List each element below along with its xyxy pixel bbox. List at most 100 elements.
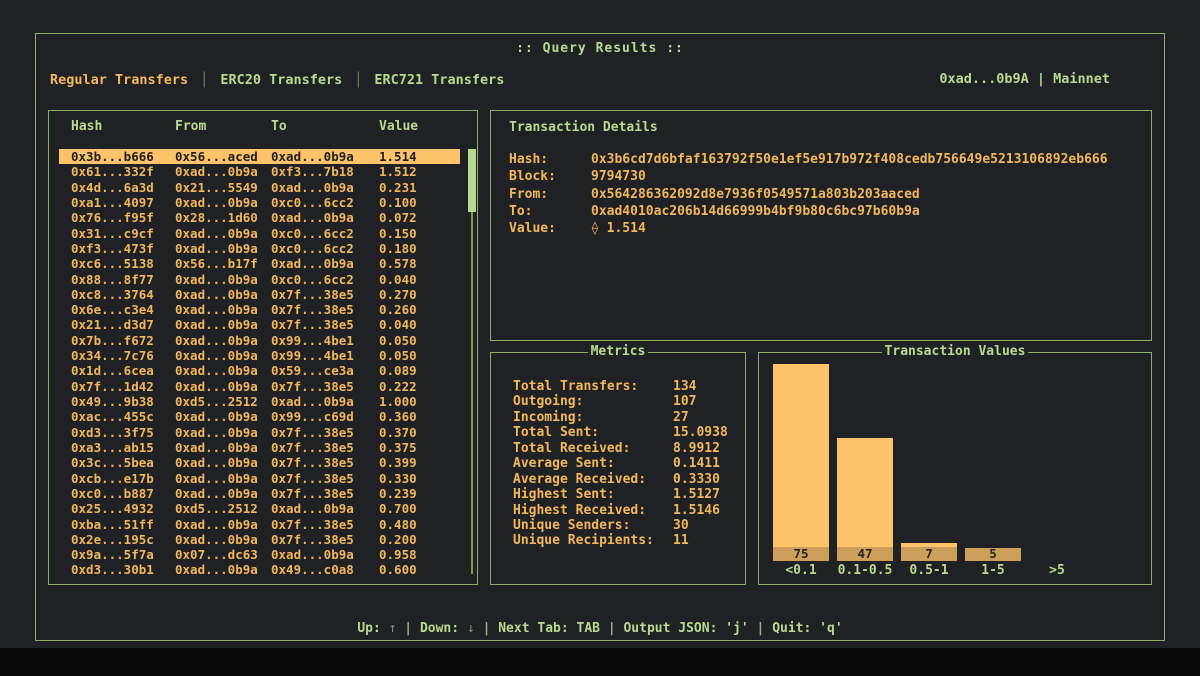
tab-erc20-transfers[interactable]: ERC20 Transfers — [220, 72, 342, 88]
chart-bar-slot: 5 — [961, 361, 1025, 561]
scrollbar-thumb[interactable] — [468, 149, 476, 212]
table-cell: 0.480 — [379, 517, 460, 532]
table-cell: 0x6e...c3e4 — [71, 302, 175, 317]
table-cell: 0x99...4be1 — [271, 348, 379, 363]
table-row[interactable]: 0x34...7c760xad...0b9a0x99...4be10.050 — [59, 348, 460, 363]
table-row[interactable]: 0x76...f95f0x28...1d600xad...0b9a0.072 — [59, 210, 460, 225]
table-cell: 0xc6...5138 — [71, 256, 175, 271]
metric-label: Highest Sent: — [513, 487, 673, 502]
table-row[interactable]: 0x61...332f0xad...0b9a0xf3...7b181.512 — [59, 164, 460, 179]
table-cell: 0.239 — [379, 486, 460, 501]
chart-bar: 75 — [773, 364, 829, 561]
table-row[interactable]: 0x31...c9cf0xad...0b9a0xc0...6cc20.150 — [59, 226, 460, 241]
screen-bottom-strip — [0, 648, 1200, 676]
table-cell: 0.200 — [379, 532, 460, 547]
metric-label: Total Received: — [513, 441, 673, 456]
table-row[interactable]: 0xc6...51380x56...b17f0xad...0b9a0.578 — [59, 256, 460, 271]
table-cell: 0x3b...b666 — [71, 149, 175, 164]
table-cell: 0xc8...3764 — [71, 287, 175, 302]
table-row[interactable]: 0x1d...6cea0xad...0b9a0x59...ce3a0.089 — [59, 363, 460, 378]
metric-label: Average Received: — [513, 472, 673, 487]
table-row[interactable]: 0x7b...f6720xad...0b9a0x99...4be10.050 — [59, 333, 460, 348]
table-row[interactable]: 0x6e...c3e40xad...0b9a0x7f...38e50.260 — [59, 302, 460, 317]
table-cell: 0.270 — [379, 287, 460, 302]
table-cell: 0xad...0b9a — [271, 149, 379, 164]
table-cell: 0x7f...38e5 — [271, 317, 379, 332]
table-cell: 0xd5...2512 — [175, 501, 271, 516]
table-cell: 0.050 — [379, 333, 460, 348]
scrollbar-track[interactable] — [471, 212, 473, 574]
table-cell: 0xad...0b9a — [175, 241, 271, 256]
metrics-items: Total Transfers:134Outgoing:107Incoming:… — [513, 379, 737, 549]
table-cell: 0.330 — [379, 471, 460, 486]
table-row[interactable]: 0x7f...1d420xad...0b9a0x7f...38e50.222 — [59, 379, 460, 394]
table-row[interactable]: 0x3c...5bea0xad...0b9a0x7f...38e50.399 — [59, 455, 460, 470]
table-cell: 0xba...51ff — [71, 517, 175, 532]
footer-help-bar: Up: ↑ | Down: ↓ | Next Tab: TAB | Output… — [0, 621, 1200, 636]
footer-action-label: Next Tab: — [498, 621, 576, 636]
table-cell: 0x61...332f — [71, 164, 175, 179]
table-cell: 0x7f...38e5 — [271, 471, 379, 486]
table-cell: 0xd5...2512 — [175, 394, 271, 409]
details-title: Transaction Details — [509, 120, 658, 135]
table-cell: 0x25...4932 — [71, 501, 175, 516]
table-row[interactable]: 0xc8...37640xad...0b9a0x7f...38e50.270 — [59, 287, 460, 302]
table-row[interactable]: 0x4d...6a3d0x21...55490xad...0b9a0.231 — [59, 180, 460, 195]
table-row[interactable]: 0xd3...30b10xad...0b9a0x49...c0a80.600 — [59, 562, 460, 577]
bar-chart: 754775 — [769, 361, 1089, 561]
column-header: From — [175, 119, 271, 134]
table-row[interactable]: 0x25...49320xd5...25120xad...0b9a0.700 — [59, 501, 460, 516]
table-cell: 0.370 — [379, 425, 460, 440]
chart-bar-slot — [1025, 361, 1089, 561]
footer-separator: | — [600, 621, 623, 636]
transfers-table-panel: HashFromToValue 0x3b...b6660x56...aced0x… — [48, 110, 478, 585]
table-row[interactable]: 0xa1...40970xad...0b9a0xc0...6cc20.100 — [59, 195, 460, 210]
tab-erc721-transfers[interactable]: ERC721 Transfers — [374, 72, 504, 88]
table-cell: 0xad...0b9a — [175, 425, 271, 440]
table-row[interactable]: 0xf3...473f0xad...0b9a0xc0...6cc20.180 — [59, 241, 460, 256]
table-row[interactable]: 0xba...51ff0xad...0b9a0x7f...38e50.480 — [59, 517, 460, 532]
table-cell: 0xf3...7b18 — [271, 164, 379, 179]
table-cell: 0.040 — [379, 317, 460, 332]
metric-item: Average Received:0.3330 — [513, 472, 737, 487]
table-cell: 0x49...c0a8 — [271, 562, 379, 577]
table-cell: 0xad...0b9a — [175, 226, 271, 241]
table-cell: 0xd3...3f75 — [71, 425, 175, 440]
table-row[interactable]: 0xac...455c0xad...0b9a0x99...c69d0.360 — [59, 409, 460, 424]
table-row[interactable]: 0xa3...ab150xad...0b9a0x7f...38e50.375 — [59, 440, 460, 455]
table-cell: 0.260 — [379, 302, 460, 317]
table-row[interactable]: 0xd3...3f750xad...0b9a0x7f...38e50.370 — [59, 425, 460, 440]
table-cell: 0xa1...4097 — [71, 195, 175, 210]
table-cell: 0x7f...38e5 — [271, 517, 379, 532]
table-cell: 0x99...c69d — [271, 409, 379, 424]
metric-value: 134 — [673, 379, 737, 394]
footer-action-label: Output JSON: — [623, 621, 725, 636]
table-cell: 0x7f...38e5 — [271, 302, 379, 317]
metric-value: 30 — [673, 518, 737, 533]
column-header: To — [271, 119, 379, 134]
table-cell: 0x7f...38e5 — [271, 455, 379, 470]
table-row[interactable]: 0x21...d3d70xad...0b9a0x7f...38e50.040 — [59, 317, 460, 332]
table-cell: 0x56...aced — [175, 149, 271, 164]
table-cell: 0xad...0b9a — [175, 164, 271, 179]
detail-value: 0xad4010ac206b14d66999b4bf9b80c6bc97b60b… — [591, 203, 1141, 220]
tab-regular-transfers[interactable]: Regular Transfers — [50, 72, 188, 88]
table-header: HashFromToValue — [59, 119, 460, 134]
table-row[interactable]: 0xcb...e17b0xad...0b9a0x7f...38e50.330 — [59, 471, 460, 486]
table-row[interactable]: 0x88...8f770xad...0b9a0xc0...6cc20.040 — [59, 272, 460, 287]
table-cell: 0xad...0b9a — [175, 409, 271, 424]
table-cell: 0x49...9b38 — [71, 394, 175, 409]
table-row[interactable]: 0x9a...5f7a0x07...dc630xad...0b9a0.958 — [59, 547, 460, 562]
table-row[interactable]: 0x3b...b6660x56...aced0xad...0b9a1.514 — [59, 149, 460, 164]
table-row[interactable]: 0xc0...b8870xad...0b9a0x7f...38e50.239 — [59, 486, 460, 501]
table-cell: 0.399 — [379, 455, 460, 470]
detail-label: To: — [509, 203, 591, 220]
chart-x-label: 1-5 — [961, 563, 1025, 578]
metric-label: Unique Recipients: — [513, 533, 673, 548]
table-row[interactable]: 0x49...9b380xd5...25120xad...0b9a1.000 — [59, 394, 460, 409]
table-cell: 1.514 — [379, 149, 460, 164]
table-row[interactable]: 0x2e...195c0xad...0b9a0x7f...38e50.200 — [59, 532, 460, 547]
tab-separator: │ — [200, 72, 208, 88]
footer-key: 'j' — [725, 621, 748, 636]
metric-item: Total Sent:15.0938 — [513, 425, 737, 440]
